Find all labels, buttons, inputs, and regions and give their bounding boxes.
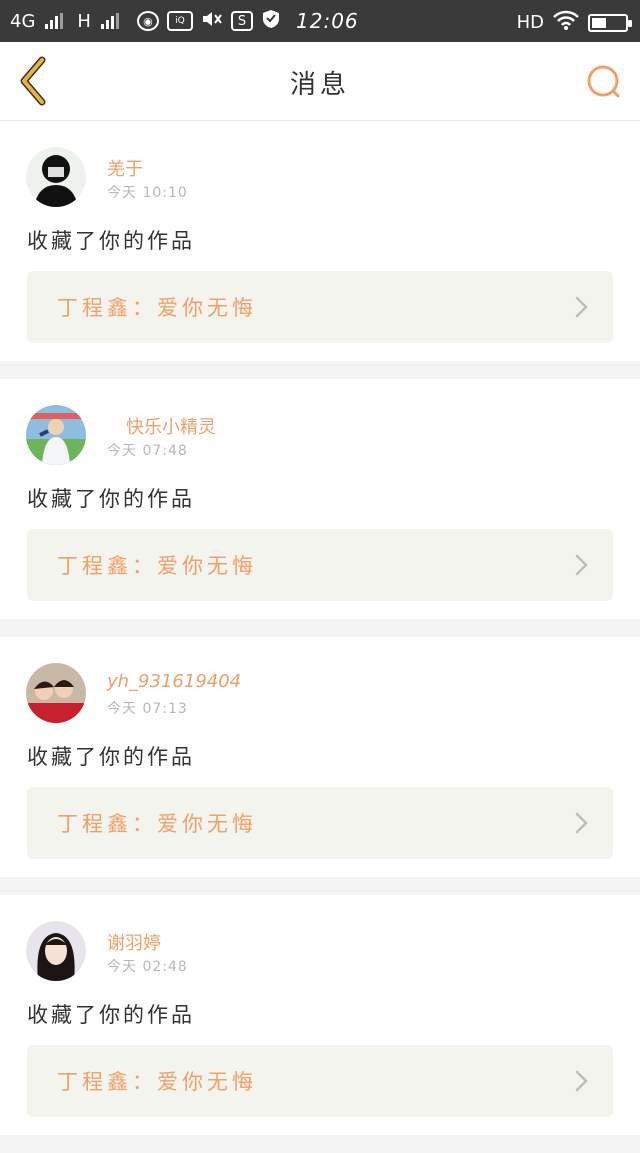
network-label-4g: 4G — [10, 10, 36, 32]
work-title: 丁程鑫：爱你无悔 — [57, 554, 257, 578]
search-button[interactable] — [584, 62, 624, 102]
username[interactable]: 快乐小精灵 — [126, 413, 216, 439]
wifi-icon — [552, 9, 580, 36]
location-icon: ◉ — [136, 11, 159, 31]
action-text: 收藏了你的作品 — [27, 487, 195, 511]
chevron-right-icon — [575, 812, 588, 834]
avatar[interactable] — [26, 147, 86, 207]
avatar[interactable] — [26, 921, 86, 981]
battery-icon — [588, 13, 632, 32]
signal-icon — [45, 13, 64, 29]
search-icon — [587, 65, 620, 98]
message-card: 谢羽婷 今天 02:48 收藏了你的作品 丁程鑫：爱你无悔 — [0, 895, 640, 1135]
work-title: 丁程鑫：爱你无悔 — [57, 812, 257, 836]
message-card: 快乐小精灵 今天 07:48 收藏了你的作品 丁程鑫：爱你无悔 — [0, 379, 640, 619]
page-title: 消息 — [289, 70, 350, 100]
avatar[interactable] — [26, 405, 86, 465]
status-bar: 4G H ◉ iQ S 12:06 HD — [0, 0, 640, 42]
shield-icon — [261, 9, 281, 34]
hd-label: HD — [516, 12, 544, 33]
message-list: 羌于 今天 10:10 收藏了你的作品 丁程鑫：爱你无悔 快乐小精灵 今天 07… — [0, 121, 640, 1153]
username[interactable]: 羌于 — [107, 155, 143, 181]
chevron-right-icon — [575, 554, 588, 576]
status-left: 4G H ◉ iQ S — [0, 9, 281, 34]
username[interactable]: yh_931619404 — [107, 671, 241, 692]
message-card: yh_931619404 今天 07:13 收藏了你的作品 丁程鑫：爱你无悔 — [0, 637, 640, 877]
username[interactable]: 谢羽婷 — [107, 929, 161, 955]
action-text: 收藏了你的作品 — [27, 229, 195, 253]
qiyi-icon: iQ — [166, 11, 193, 31]
message-time: 今天 07:48 — [107, 443, 188, 459]
action-text: 收藏了你的作品 — [27, 745, 195, 769]
signal-icon — [100, 13, 119, 29]
status-time: 12:06 — [296, 9, 359, 33]
action-text: 收藏了你的作品 — [27, 1003, 195, 1027]
chevron-right-icon — [575, 1070, 588, 1092]
s-app-icon: S — [230, 11, 253, 31]
message-card: 羌于 今天 10:10 收藏了你的作品 丁程鑫：爱你无悔 — [0, 121, 640, 361]
work-link[interactable]: 丁程鑫：爱你无悔 — [27, 1045, 613, 1117]
work-link[interactable]: 丁程鑫：爱你无悔 — [27, 529, 613, 601]
message-time: 今天 10:10 — [107, 185, 188, 201]
top-navigation-bar: 消息 — [0, 42, 640, 121]
work-title: 丁程鑫：爱你无悔 — [57, 296, 257, 320]
message-time: 今天 02:48 — [107, 959, 188, 975]
message-time: 今天 07:13 — [107, 701, 188, 717]
work-link[interactable]: 丁程鑫：爱你无悔 — [27, 787, 613, 859]
network-label-h: H — [77, 10, 91, 32]
avatar[interactable] — [26, 663, 86, 723]
volume-mute-icon — [201, 9, 223, 34]
chevron-right-icon — [575, 296, 588, 318]
work-title: 丁程鑫：爱你无悔 — [57, 1070, 257, 1094]
status-right: HD — [516, 9, 632, 36]
work-link[interactable]: 丁程鑫：爱你无悔 — [27, 271, 613, 343]
